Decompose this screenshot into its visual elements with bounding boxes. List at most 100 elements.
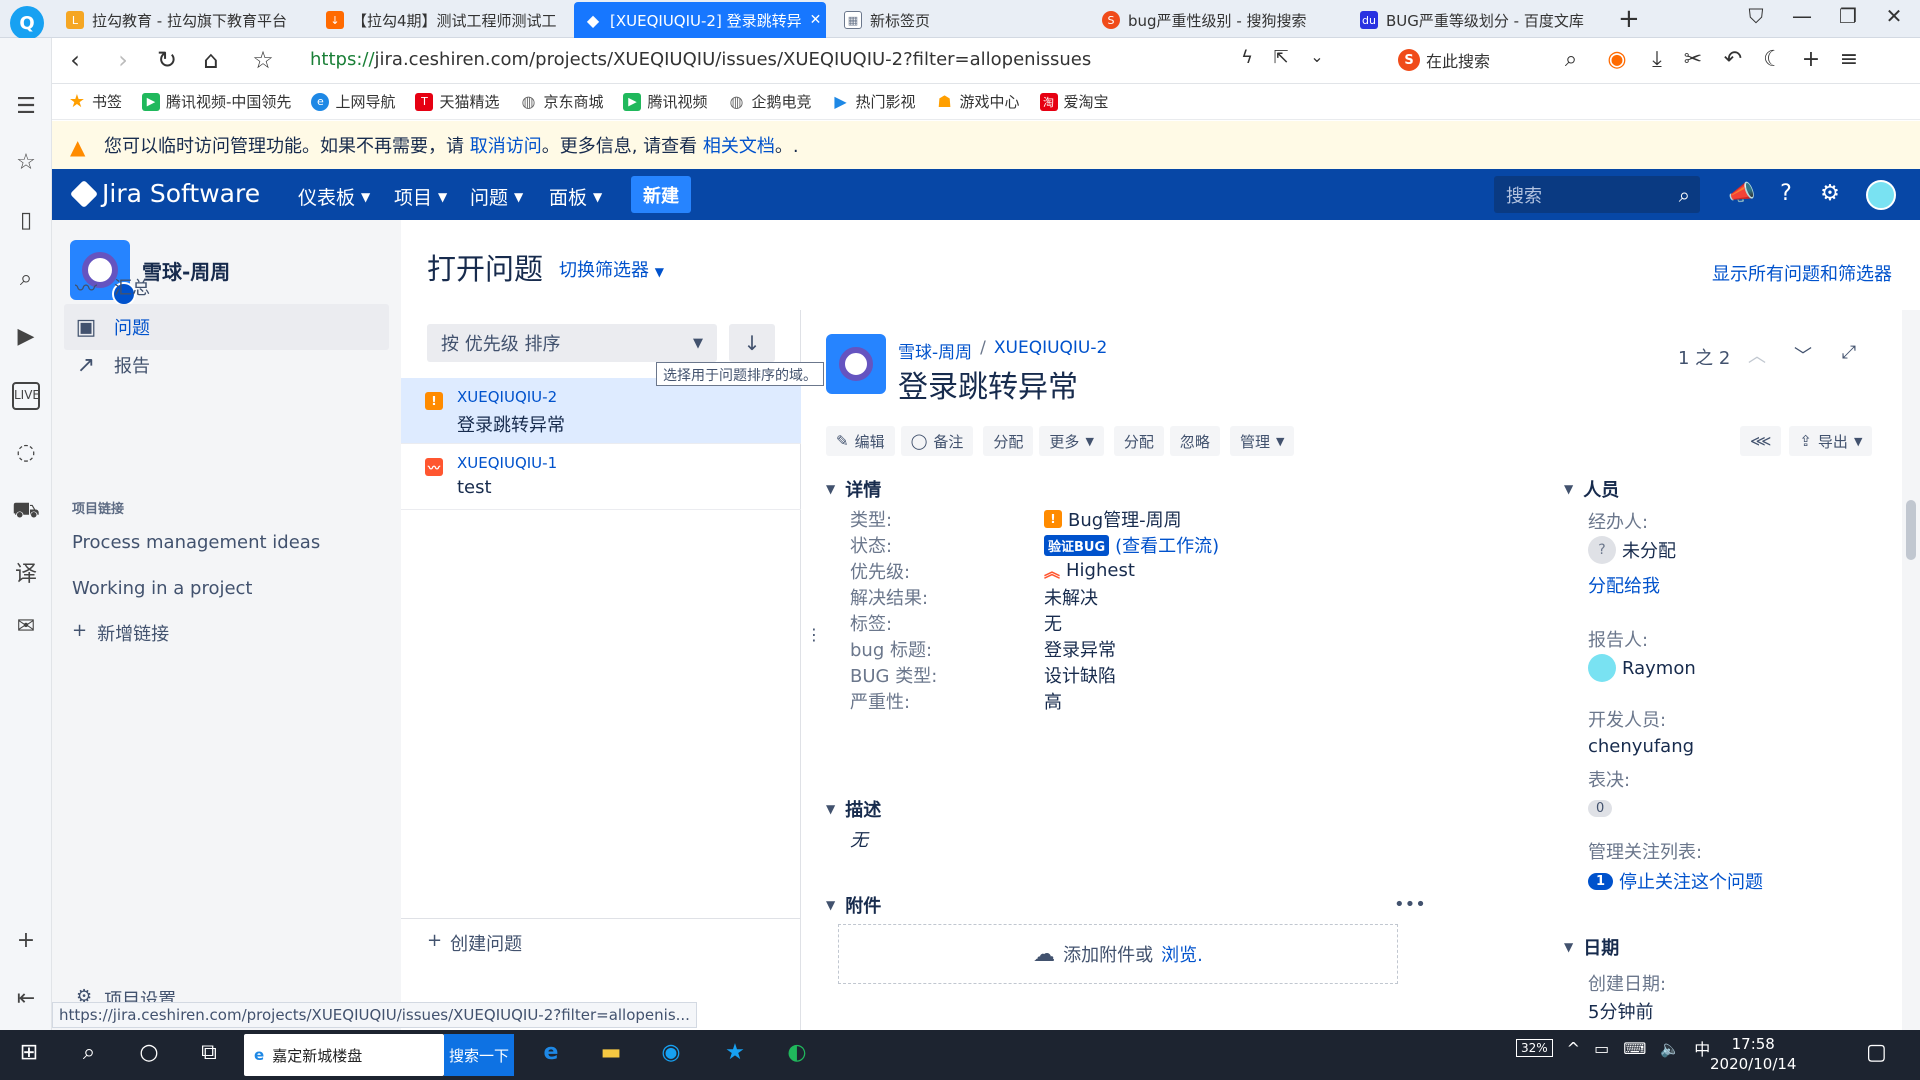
user-avatar[interactable]: [1866, 180, 1896, 210]
browser-tab-6[interactable]: du BUG严重等级划分 - 百度文库: [1350, 2, 1610, 38]
close-window-button[interactable]: ✕: [1874, 4, 1914, 28]
help-icon[interactable]: ?: [1772, 181, 1800, 206]
megaphone-icon[interactable]: 📣: [1728, 181, 1756, 206]
minimize-button[interactable]: —: [1782, 4, 1822, 28]
task-view-icon[interactable]: ⧉: [194, 1040, 224, 1070]
jira-logo[interactable]: Jira Software: [69, 179, 260, 208]
translate-icon[interactable]: 译: [12, 556, 40, 587]
url-field[interactable]: https://jira.ceshiren.com/projects/XUEQI…: [310, 49, 1091, 70]
back-button[interactable]: ‹: [60, 46, 90, 74]
battery-indicator[interactable]: 32%: [1516, 1039, 1553, 1057]
chevron-up-icon[interactable]: ︿: [1744, 342, 1770, 368]
notification-icon[interactable]: ▢: [1866, 1040, 1887, 1065]
star-app-icon[interactable]: ★: [720, 1040, 750, 1070]
search-icon[interactable]: ⌕: [12, 266, 40, 294]
stop-watching-link[interactable]: 停止关注这个问题: [1619, 868, 1763, 894]
plus-icon[interactable]: +: [1796, 47, 1826, 72]
menu-projects[interactable]: 项目 ▼: [394, 183, 447, 210]
video-icon[interactable]: ▶: [12, 324, 40, 352]
description-value[interactable]: 无: [850, 826, 868, 852]
edge-icon[interactable]: e: [536, 1040, 566, 1070]
gamepad-icon[interactable]: ◉: [1602, 47, 1632, 72]
bookmark-item[interactable]: ▶ 腾讯视频-中国领先: [142, 91, 291, 112]
battery-icon[interactable]: ▭: [1594, 1039, 1609, 1058]
home-button[interactable]: ⌂: [196, 46, 226, 74]
list-item[interactable]: ! XUEQIUQIU-2 登录跳转异常: [401, 378, 801, 444]
wechat-icon[interactable]: ◐: [782, 1040, 812, 1070]
undo-icon[interactable]: ↶: [1718, 47, 1748, 72]
search-go-icon[interactable]: ⌕: [1556, 47, 1586, 72]
browser-tab-3-active[interactable]: ◆ [XUEQIUQIU-2] 登录跳转异 ✕: [574, 2, 826, 38]
bookmark-item[interactable]: 淘爱淘宝: [1039, 91, 1109, 112]
chevron-down-icon[interactable]: ﹀: [1790, 342, 1816, 368]
chevron-down-icon[interactable]: ⌄: [1302, 47, 1332, 66]
ignore-button[interactable]: 忽略: [1169, 426, 1220, 456]
watchers-count-badge[interactable]: 1: [1588, 872, 1614, 890]
cancel-access-link[interactable]: 取消访问: [470, 136, 542, 157]
project-link[interactable]: Process management ideas: [72, 532, 320, 553]
switch-filter-dropdown[interactable]: 切换筛选器 ▼: [559, 256, 664, 282]
close-tab-icon[interactable]: ✕: [810, 12, 822, 28]
more-options-icon[interactable]: •••: [1394, 894, 1426, 915]
attachments-section-toggle[interactable]: ▼ 附件: [826, 892, 881, 918]
view-workflow-link[interactable]: (查看工作流): [1115, 532, 1219, 558]
mail-icon[interactable]: ✉: [12, 614, 40, 642]
reload-button[interactable]: ↻: [152, 46, 182, 74]
breadcrumb-project-link[interactable]: 雪球-周周: [898, 338, 972, 363]
news-icon[interactable]: ☰: [12, 94, 40, 122]
cortana-icon[interactable]: ○: [134, 1040, 164, 1070]
new-tab-button[interactable]: +: [1618, 4, 1640, 34]
details-section-toggle[interactable]: ▼ 详情: [826, 476, 881, 502]
manage-button[interactable]: 管理 ▼: [1229, 426, 1295, 456]
assign-workflow-button[interactable]: 分配: [1113, 426, 1164, 456]
menu-boards[interactable]: 面板 ▼: [549, 183, 602, 210]
bookmark-item[interactable]: ◍ 企鹅电竞: [728, 91, 812, 112]
taskbar-search-input[interactable]: e 嘉定新城楼盘: [244, 1034, 444, 1076]
scissors-icon[interactable]: ✂: [1678, 47, 1708, 72]
download-manager-icon[interactable]: ⤓: [1642, 47, 1672, 72]
browser-tab-2[interactable]: ↓ 【拉勾4期】测试工程师测试工: [316, 2, 566, 38]
shirt-icon[interactable]: ⛉: [1736, 4, 1776, 28]
add-link-button[interactable]: + 新增链接: [72, 620, 169, 646]
taskbar-search-button[interactable]: 搜索一下: [444, 1034, 514, 1076]
comment-button[interactable]: ◯ 备注: [900, 426, 974, 456]
star-icon[interactable]: ☆: [12, 150, 40, 178]
more-button[interactable]: 更多 ▼: [1039, 426, 1104, 456]
dates-section-toggle[interactable]: ▼ 日期: [1564, 934, 1619, 960]
expand-icon[interactable]: ⤢: [1836, 342, 1862, 363]
bookmark-item[interactable]: T 天猫精选: [415, 91, 499, 112]
add-icon[interactable]: +: [12, 928, 40, 956]
project-avatar[interactable]: [826, 334, 886, 394]
bookmark-item[interactable]: ★ 书签: [68, 91, 122, 112]
sort-direction-button[interactable]: ↓: [729, 324, 775, 362]
bookmark-item[interactable]: ▶ 腾讯视频: [623, 91, 708, 112]
lightning-icon[interactable]: ϟ: [1232, 47, 1262, 68]
clock[interactable]: 17:58 2020/10/14: [1710, 1034, 1796, 1074]
create-issue-button[interactable]: 新建: [631, 176, 691, 213]
browse-link[interactable]: 浏览.: [1161, 941, 1203, 967]
edit-button[interactable]: ✎ 编辑: [826, 426, 895, 456]
export-button[interactable]: ⇪ 导出 ▼: [1789, 426, 1873, 456]
share-icon[interactable]: ⇱: [1266, 47, 1296, 68]
windows-start-icon[interactable]: ⊞: [14, 1040, 44, 1070]
forward-button[interactable]: ›: [108, 46, 138, 74]
qq-browser-icon[interactable]: ◉: [656, 1040, 686, 1070]
breadcrumb-issue-link[interactable]: XUEQIUQIU-2: [994, 338, 1107, 363]
list-item[interactable]: 〰 XUEQIUQIU-1 test: [401, 444, 801, 510]
browser-tab-5[interactable]: S bug严重性级别 - 搜狗搜索: [1092, 2, 1342, 38]
create-issue-inline-button[interactable]: + 创建问题: [427, 930, 522, 956]
people-section-toggle[interactable]: ▼ 人员: [1564, 476, 1619, 502]
issue-title[interactable]: 登录跳转异常: [898, 362, 1078, 406]
moon-icon[interactable]: ☾: [1758, 47, 1788, 72]
browser-search-input[interactable]: S 在此搜索: [1398, 48, 1490, 72]
browser-logo-icon[interactable]: Q: [10, 6, 44, 40]
bookmark-item[interactable]: e 上网导航: [311, 91, 395, 112]
menu-issues[interactable]: 问题 ▼: [470, 183, 523, 210]
collapse-icon[interactable]: ⇤: [12, 986, 40, 1014]
cart-icon[interactable]: ⛟: [12, 498, 40, 526]
description-section-toggle[interactable]: ▼ 描述: [826, 796, 881, 822]
folder-icon[interactable]: ▬: [596, 1040, 626, 1070]
attachment-dropzone[interactable]: ☁ 添加附件或 浏览.: [838, 924, 1398, 984]
menu-dashboards[interactable]: 仪表板 ▼: [298, 183, 370, 210]
book-icon[interactable]: ▯: [12, 208, 40, 236]
